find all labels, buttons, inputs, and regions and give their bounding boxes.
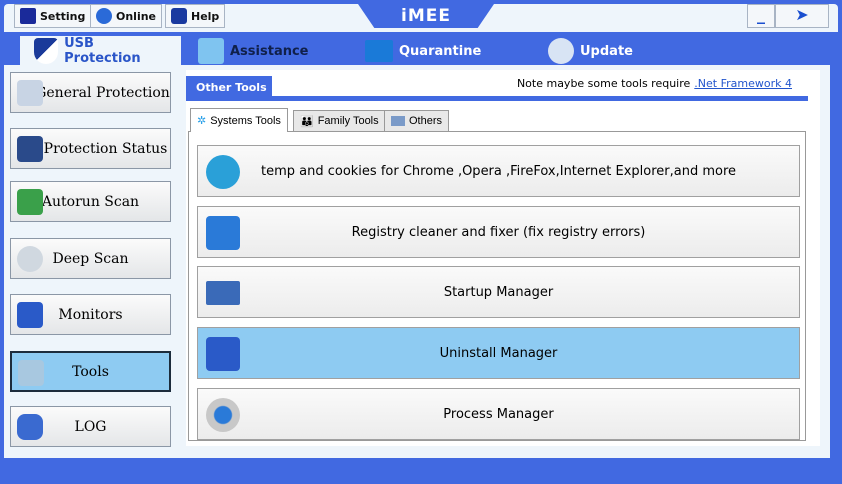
gear-icon: ✲ [197,115,207,127]
magnifier-icon [17,246,43,272]
status-house-icon [17,136,43,162]
tab-systems-tools[interactable]: ✲ Systems Tools [190,108,288,132]
sidebar-label: LOG [74,418,107,435]
registry-icon [206,216,240,250]
header-bar [186,96,808,101]
arrows-icon [17,189,43,215]
tools-icon [18,360,44,386]
back-arrow-icon: ➤ [795,5,809,24]
help-button[interactable]: Help [165,4,226,28]
sidebar-item-protection-status[interactable]: Protection Status [10,128,171,169]
tab-label: Others [409,115,443,127]
process-gear-icon [206,398,240,432]
close-button[interactable]: ➤ [775,4,829,28]
sidebar-label: Monitors [58,306,123,323]
tool-label: Registry cleaner and fixer (fix registry… [351,224,646,240]
tab-label: Family Tools [317,115,379,127]
tab-usb-protection[interactable]: USB Protection [20,36,181,66]
tab-label: Systems Tools [210,114,281,127]
tab-label: Assistance [230,43,309,59]
tool-temp-cookies-cleaner[interactable]: temp and cookies for Chrome ,Opera ,Fire… [197,145,800,197]
network-icon [17,302,43,328]
globe-icon [96,8,112,24]
sidebar-label: Protection Status [43,140,168,157]
note-text: Note maybe some tools require [516,77,691,90]
tool-uninstall-manager[interactable]: Uninstall Manager [197,327,800,379]
update-globe-icon [548,38,574,64]
tab-quarantine[interactable]: Quarantine [365,36,481,66]
online-label: Online [116,9,157,23]
app-logo: iMEE [358,4,494,28]
tab-family-tools[interactable]: 👪 Family Tools [293,110,386,131]
sidebar-item-autorun-scan[interactable]: Autorun Scan [10,181,171,222]
tab-assistance[interactable]: Assistance [198,36,309,66]
setting-button[interactable]: Setting [14,4,92,28]
tools-list: temp and cookies for Chrome ,Opera ,Fire… [188,131,806,441]
sidebar-label: Tools [72,363,109,380]
sidebar-item-deep-scan[interactable]: Deep Scan [10,238,171,279]
sidebar-label: Autorun Scan [41,193,140,210]
setting-label: Setting [40,9,86,23]
framework-note: Note maybe some tools require .Net Framew… [517,77,792,90]
help-label: Help [191,9,220,23]
tab-update[interactable]: Update [548,36,633,66]
database-icon [17,414,43,440]
trash-icon [206,155,240,189]
shield-icon [34,38,59,64]
gear-icon [20,8,36,24]
tab-label: Quarantine [399,43,482,59]
tool-label: Startup Manager [443,284,554,300]
minimize-button[interactable]: _ [747,4,775,28]
startup-chart-icon [206,281,240,305]
uninstall-icon [206,337,240,371]
sidebar-label: General Protection [35,84,170,101]
tools-panel: Other Tools Note maybe some tools requir… [186,70,820,446]
sidebar-item-monitors[interactable]: Monitors [10,294,171,335]
tool-label: Process Manager [443,406,554,422]
monitor-icon [365,40,393,62]
sidebar-item-log[interactable]: LOG [10,406,171,447]
tab-others[interactable]: Others [384,110,450,131]
tool-registry-cleaner[interactable]: Registry cleaner and fixer (fix registry… [197,206,800,258]
house-icon [17,80,43,106]
sidebar-item-tools[interactable]: Tools [10,351,171,392]
tool-process-manager[interactable]: Process Manager [197,388,800,440]
tab-label: USB Protection [64,36,141,66]
tool-startup-manager[interactable]: Startup Manager [197,266,800,318]
online-button[interactable]: Online [90,4,163,28]
tools-icon [198,38,224,64]
help-icon [171,8,187,24]
sidebar-item-general-protection[interactable]: General Protection [10,72,171,113]
net-framework-link[interactable]: .Net Framework 4 [694,77,792,90]
sidebar-label: Deep Scan [52,250,129,267]
folder-icon [391,116,405,126]
family-icon: 👪 [300,115,314,128]
panel-header: Other Tools [186,76,272,100]
tab-label: Update [580,43,633,59]
tool-label: temp and cookies for Chrome ,Opera ,Fire… [260,163,737,179]
tool-label: Uninstall Manager [439,345,558,361]
